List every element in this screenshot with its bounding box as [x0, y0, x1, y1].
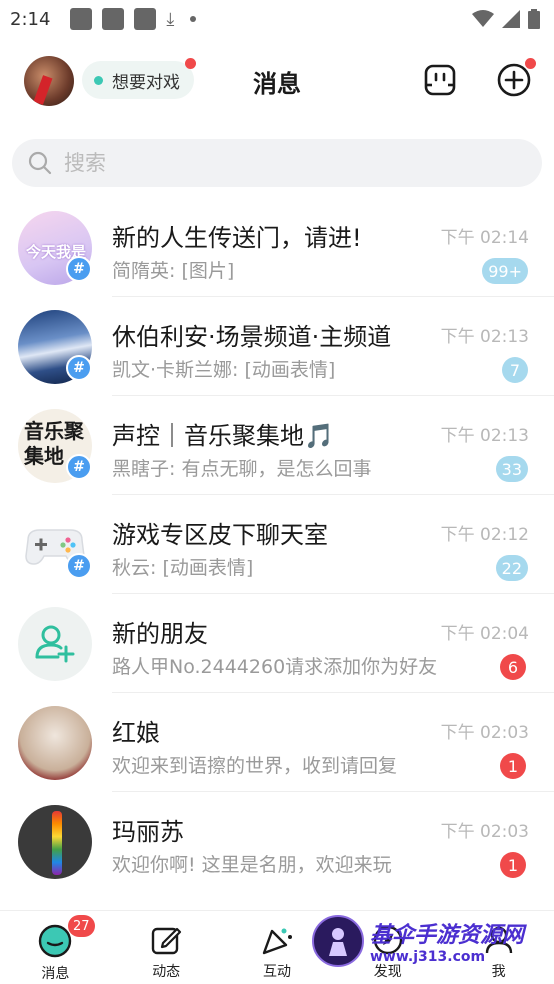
- ninja-figure-icon: [329, 928, 347, 956]
- conversation-time: 下午 02:04: [440, 624, 529, 644]
- conversation-item[interactable]: # 休伯利安·场景频道·主频道 下午 02:13 凯文·卡斯兰娜: [动画表情]…: [0, 297, 554, 396]
- search-input[interactable]: [64, 151, 484, 175]
- download-icon: ⤓: [166, 8, 175, 30]
- conversation-name: 声控｜音乐聚集地🎵: [112, 422, 334, 450]
- site-watermark: 基伞手游资源网 www.j313.com: [312, 912, 552, 970]
- unread-badge: 7: [502, 357, 528, 383]
- unread-badge: 22: [495, 555, 528, 581]
- search-icon: [28, 151, 52, 175]
- conversation-name: 新的朋友: [112, 620, 208, 648]
- watermark-logo: [312, 915, 364, 967]
- search-bar[interactable]: [12, 139, 542, 187]
- unread-badge: 1: [500, 753, 526, 779]
- new-friends-avatar: [18, 607, 92, 681]
- header: 想要对戏 消息: [0, 48, 554, 114]
- online-status-icon: [94, 76, 103, 85]
- watermark-text: 基伞手游资源网 www.j313.com: [370, 917, 524, 965]
- conversation-item[interactable]: 红娘 下午 02:03 欢迎来到语擦的世界，收到请回复 1: [0, 693, 554, 792]
- unread-dot-icon: [185, 58, 196, 69]
- conversation-name: 红娘: [112, 719, 160, 747]
- group-hashtag-icon: #: [66, 553, 92, 579]
- conversation-preview: 简隋英: [图片]: [112, 260, 235, 282]
- conversation-preview: 欢迎你啊! 这里是名朋，欢迎来玩: [112, 854, 392, 876]
- party-popper-icon: [262, 928, 292, 955]
- conversation-item[interactable]: 玛丽苏 下午 02:03 欢迎你啊! 这里是名朋，欢迎来玩 1: [0, 792, 554, 891]
- notification-icons: ⤓: [70, 8, 197, 30]
- add-friend-icon: [35, 625, 75, 663]
- app-notification-icon: [70, 8, 93, 30]
- group-hashtag-icon: #: [66, 355, 92, 381]
- conversation-name: 游戏专区皮下聊天室: [112, 521, 328, 549]
- unread-dot-icon: [525, 58, 536, 69]
- status-bar: 2:14 ⤓: [0, 0, 554, 38]
- conversation-item[interactable]: # 游戏专区皮下聊天室 下午 02:12 秋云: [动画表情] 22: [0, 495, 554, 594]
- unread-badge: 1: [500, 852, 526, 878]
- contact-avatar: [18, 805, 92, 879]
- app-notification-icon: [102, 8, 125, 30]
- tab-label: 动态: [152, 964, 181, 980]
- conversation-name: 休伯利安·场景频道·主频道: [112, 323, 392, 351]
- robot-face-icon: [424, 64, 456, 96]
- conversation-preview: 秋云: [动画表情]: [112, 557, 254, 579]
- rainbow-figure-icon: [52, 811, 62, 875]
- conversation-time: 下午 02:03: [440, 822, 529, 842]
- watermark-url: www.j313.com: [370, 949, 486, 965]
- conversation-item[interactable]: 今天我是 # 新的人生传送门，请进! 下午 02:14 简隋英: [图片] 99…: [0, 198, 554, 297]
- add-button[interactable]: [496, 58, 536, 98]
- conversation-name: 新的人生传送门，请进!: [112, 224, 362, 252]
- conversation-preview: 凯文·卡斯兰娜: [动画表情]: [112, 359, 336, 381]
- conversation-time: 下午 02:14: [440, 228, 529, 248]
- app-notification-icon: [134, 8, 157, 30]
- group-hashtag-icon: #: [66, 256, 92, 282]
- conversation-item[interactable]: 音乐聚集地 # 声控｜音乐聚集地🎵 下午 02:13 黑瞎子: 有点无聊，是怎么…: [0, 396, 554, 495]
- tab-moments[interactable]: 动态: [111, 911, 222, 984]
- more-notifications-dot-icon: [190, 16, 197, 22]
- conversation-name: 玛丽苏: [112, 818, 184, 846]
- battery-icon: [528, 9, 540, 29]
- unread-badge: 33: [495, 456, 528, 482]
- conversation-preview: 黑瞎子: 有点无聊，是怎么回事: [112, 458, 372, 480]
- conversation-preview: 路人甲No.2444260请求添加你为好友: [112, 656, 438, 678]
- tab-label: 消息: [41, 966, 70, 982]
- signal-icon: [502, 10, 520, 28]
- unread-badge: 99+: [482, 258, 528, 284]
- edit-icon: [151, 927, 182, 955]
- unread-badge: 6: [500, 654, 526, 680]
- tab-messages[interactable]: 消息 27: [0, 911, 111, 984]
- system-icons: [472, 9, 540, 29]
- watermark-title: 基伞手游资源网: [370, 923, 525, 948]
- unread-count-badge: 27: [68, 915, 95, 937]
- conversation-time: 下午 02:13: [440, 426, 529, 446]
- contact-avatar: [18, 706, 92, 780]
- robot-face-button[interactable]: [422, 62, 458, 98]
- conversation-time: 下午 02:12: [440, 525, 529, 545]
- conversation-time: 下午 02:13: [440, 327, 529, 347]
- status-selector-button[interactable]: 想要对戏: [82, 58, 196, 99]
- status-time: 2:14: [10, 8, 51, 30]
- conversation-time: 下午 02:03: [440, 723, 529, 743]
- my-avatar[interactable]: [24, 56, 74, 106]
- group-hashtag-icon: #: [66, 454, 92, 480]
- conversation-list: 今天我是 # 新的人生传送门，请进! 下午 02:14 简隋英: [图片] 99…: [0, 198, 554, 891]
- status-label: 想要对戏: [112, 72, 180, 93]
- wifi-icon: [472, 10, 494, 27]
- conversation-item[interactable]: 新的朋友 下午 02:04 路人甲No.2444260请求添加你为好友 6: [0, 594, 554, 693]
- conversation-preview: 欢迎来到语擦的世界，收到请回复: [112, 755, 398, 777]
- tab-label: 互动: [262, 964, 291, 980]
